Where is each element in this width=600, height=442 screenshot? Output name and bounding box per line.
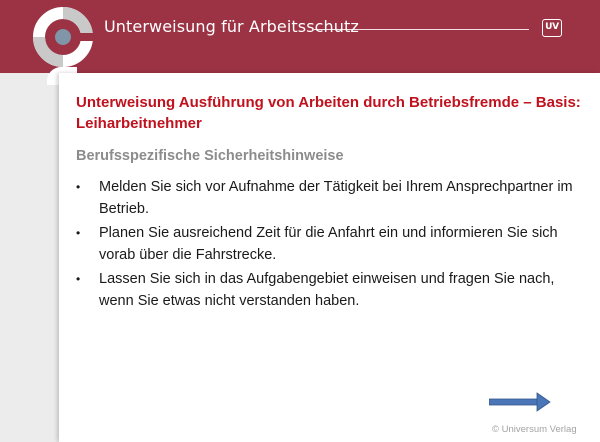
list-item: • Planen Sie ausreichend Zeit für die An… [76,223,591,266]
bullet-dot: • [76,272,81,286]
left-margin [0,73,47,442]
copyright-text: © Universum Verlag [492,424,577,435]
bullet-list: • Melden Sie sich vor Aufnahme der Tätig… [76,177,591,315]
bullet-dot: • [76,226,81,240]
list-item: • Lassen Sie sich in das Aufgabengebiet … [76,269,591,312]
list-item: • Melden Sie sich vor Aufnahme der Tätig… [76,177,591,220]
bullet-dot: • [76,180,81,194]
bullet-text: Lassen Sie sich in das Aufgabengebiet ei… [99,271,555,309]
app-title: Unterweisung für Arbeitsschutz [104,17,359,36]
header-divider-line [314,29,529,30]
arrow-right-icon[interactable] [489,391,551,413]
ring-logo-icon [33,7,96,67]
slide-title: Unterweisung Ausführung von Arbeiten dur… [76,94,581,132]
slide-subtitle: Berufsspezifische Sicherheitshinweise [76,148,344,164]
bullet-text: Melden Sie sich vor Aufnahme der Tätigke… [99,179,573,217]
publisher-badge-icon: UV [542,19,562,37]
bullet-text: Planen Sie ausreichend Zeit für die Anfa… [99,225,558,263]
app-header: Unterweisung für Arbeitsschutz UV [0,0,600,73]
